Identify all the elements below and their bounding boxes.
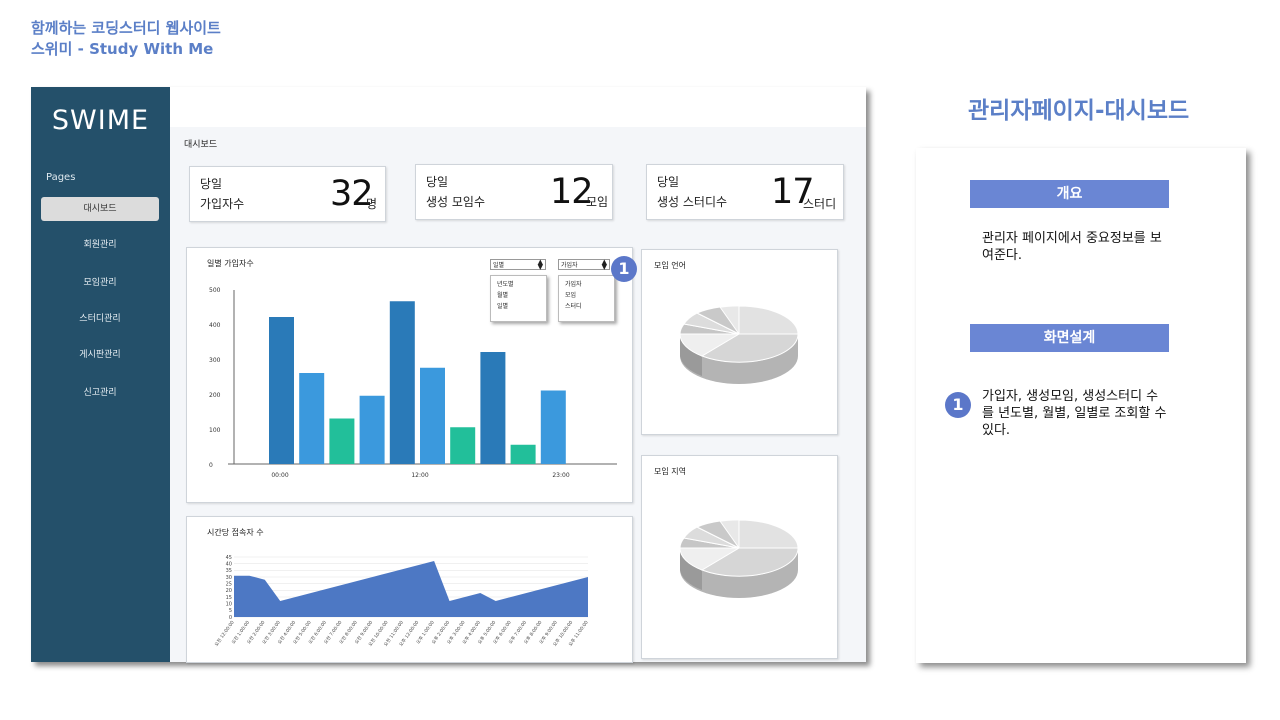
- stat-label: 당일: [426, 175, 449, 189]
- stat-unit: 스터디: [803, 197, 837, 211]
- stat-card-groups: 당일 생성 모임수 12 모임: [415, 164, 613, 220]
- language-pie-chart: [679, 305, 799, 384]
- annotation-badge: 1: [945, 392, 971, 418]
- logo[interactable]: SWIME: [31, 105, 170, 136]
- overview-header: 개요: [970, 180, 1169, 208]
- sidebar-item-members[interactable]: 회원관리: [41, 233, 159, 257]
- header-line2: 스위미 - Study With Me: [31, 40, 214, 58]
- stat-label: 당일: [657, 175, 680, 189]
- bar: [389, 301, 415, 464]
- type-select-value: 가입자: [561, 262, 578, 269]
- y-tick-label: 15: [226, 595, 232, 601]
- y-tick-label: 400: [209, 322, 221, 329]
- stat-label: 생성 스터디수: [657, 195, 728, 209]
- sidebar-item-studies[interactable]: 스터디관리: [41, 307, 159, 331]
- y-tick-label: 0: [229, 615, 232, 621]
- type-select[interactable]: 가입자 ▲ ▼: [558, 258, 610, 271]
- access-chart-panel: 시간당 접속자 수 0 5 10 15 20 25 30 35 40 45 오전 12:00:00 오…: [186, 516, 633, 663]
- x-tick-label: 12:00: [411, 472, 428, 479]
- pie-slice: [738, 519, 799, 549]
- dropdown-option[interactable]: 가입자: [559, 279, 614, 290]
- y-tick-label: 45: [226, 555, 232, 561]
- x-tick-label: 00:00: [271, 472, 288, 479]
- y-tick-label: 30: [226, 575, 232, 581]
- stat-unit: 명: [366, 197, 378, 211]
- chart-title: 모임 언어: [654, 261, 686, 270]
- y-tick-label: 0: [209, 462, 213, 469]
- sidebar-item-dashboard[interactable]: 대시보드: [41, 197, 159, 221]
- x-tick-label: 23:00: [552, 472, 569, 479]
- access-area-chart: 051015202530354045오전 12:00:00오전 1:00:00오…: [213, 555, 590, 648]
- y-tick-label: 25: [226, 581, 232, 587]
- y-tick-label: 200: [209, 392, 221, 399]
- period-select[interactable]: 일별 ▲ ▼: [490, 258, 546, 271]
- spinner-icon: ▲ ▼: [601, 258, 607, 271]
- document-header: 함께하는 코딩스터디 웹사이트 스위미 - Study With Me: [31, 18, 221, 60]
- dropdown-option[interactable]: 년도별: [491, 279, 546, 290]
- region-pie-panel: 모임 지역: [641, 455, 838, 659]
- sidebar-section-label: Pages: [46, 172, 76, 183]
- language-pie-panel: 모임 언어: [641, 249, 838, 435]
- stat-label: 당일: [200, 177, 223, 191]
- type-dropdown: 가입자 모임 스터디: [558, 275, 615, 322]
- stat-label: 생성 모임수: [426, 195, 486, 209]
- dropdown-option[interactable]: 모임: [559, 290, 614, 301]
- sidebar-item-reports[interactable]: 신고관리: [41, 381, 159, 405]
- slide-title: 관리자페이지-대시보드: [968, 98, 1190, 124]
- bar: [359, 395, 385, 464]
- dropdown-option[interactable]: 스터디: [559, 301, 614, 312]
- stat-card-signups: 당일 가입자수 32 명: [189, 166, 386, 222]
- period-select-value: 일별: [493, 262, 505, 269]
- y-tick-label: 10: [226, 601, 232, 607]
- region-pie-chart: [679, 519, 799, 598]
- y-tick-label: 20: [226, 588, 232, 594]
- y-tick-label: 500: [209, 287, 221, 294]
- bar: [269, 317, 294, 464]
- y-tick-label: 300: [209, 357, 221, 364]
- period-dropdown: 년도별 월별 일별: [490, 275, 547, 322]
- sidebar-item-boards[interactable]: 게시판관리: [41, 343, 159, 367]
- bar: [420, 367, 445, 464]
- stat-unit: 모임: [586, 195, 609, 209]
- pie-slice: [738, 305, 799, 335]
- page-title: 대시보드: [184, 140, 218, 150]
- design-header: 화면설계: [970, 324, 1169, 352]
- bar: [299, 373, 325, 464]
- sidebar: SWIME Pages 대시보드 회원관리 모임관리 스터디관리 게시판관리 신…: [31, 87, 170, 662]
- dropdown-option[interactable]: 일별: [491, 301, 546, 312]
- y-tick-label: 5: [229, 608, 232, 614]
- sidebar-item-groups[interactable]: 모임관리: [41, 271, 159, 295]
- y-tick-label: 100: [209, 427, 221, 434]
- spinner-icon: ▲ ▼: [537, 258, 543, 271]
- overview-text: 관리자 페이지에서 중요정보를 보여준다.: [982, 231, 1162, 263]
- signup-chart-panel: 일별 가입자수 0 100 200 300 400 500 00:00 12:00 23:00 …: [186, 247, 633, 503]
- bar: [450, 427, 476, 464]
- stat-label: 가입자수: [200, 197, 245, 211]
- design-text: 가입자, 생성모임, 생성스터디 수를 년도별, 월별, 일별로 조회할 수 있…: [982, 389, 1167, 438]
- header-line1: 함께하는 코딩스터디 웹사이트: [31, 19, 221, 37]
- dropdown-option[interactable]: 월별: [491, 290, 546, 301]
- dashboard-mockup: SWIME Pages 대시보드 회원관리 모임관리 스터디관리 게시판관리 신…: [31, 87, 866, 663]
- bar: [480, 352, 506, 464]
- area-series: [234, 561, 588, 617]
- y-tick-label: 40: [226, 561, 232, 567]
- chart-title: 모임 지역: [654, 467, 686, 476]
- y-tick-label: 35: [226, 568, 232, 574]
- bar: [540, 390, 566, 464]
- annotation-badge: 1: [611, 256, 637, 282]
- bar: [329, 418, 355, 464]
- bar: [510, 444, 536, 464]
- stat-card-studies: 당일 생성 스터디수 17 스터디: [646, 164, 844, 220]
